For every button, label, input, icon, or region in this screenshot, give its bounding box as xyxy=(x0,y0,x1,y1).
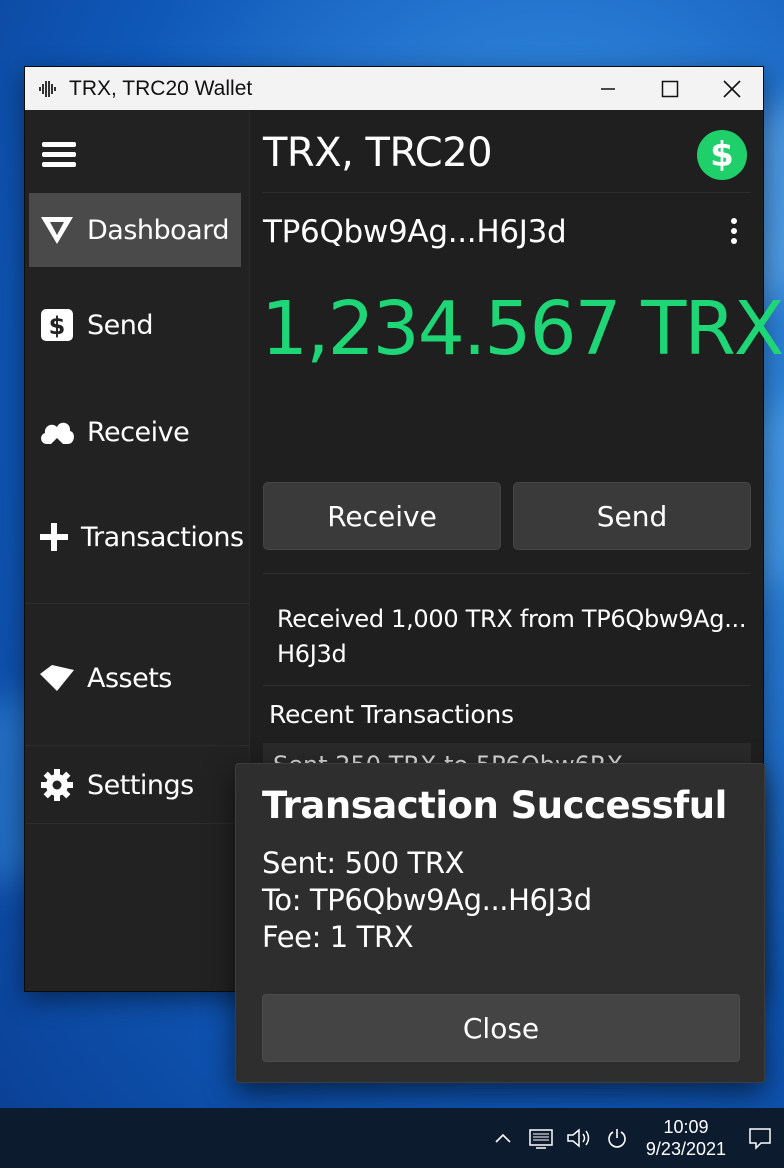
clock-time: 10:09 xyxy=(663,1117,709,1137)
transaction-dialog: Transaction Successful Sent: 500 TRX To:… xyxy=(235,763,765,1083)
menu-icon[interactable] xyxy=(42,142,76,172)
page-title: TRX, TRC20 xyxy=(263,130,493,176)
list-divider xyxy=(263,685,751,686)
title-bar[interactable]: TRX, TRC20 Wallet xyxy=(25,67,763,110)
close-window-button[interactable] xyxy=(701,67,763,110)
sidebar-item-label: Send xyxy=(87,309,154,341)
sidebar-divider xyxy=(25,823,249,824)
tron-logo-icon xyxy=(39,212,75,248)
sidebar-divider xyxy=(25,603,249,604)
dialog-fee: Fee: 1 TRX xyxy=(262,920,414,954)
notification-icon[interactable] xyxy=(736,1108,784,1168)
sidebar-item-label: Receive xyxy=(87,416,190,448)
sidebar-item-assets[interactable]: Assets xyxy=(29,641,241,715)
dollar-icon: $ xyxy=(39,307,75,343)
wallet-address[interactable]: TP6Qbw9Ag...H6J3d xyxy=(263,214,567,250)
dialog-recipient: To: TP6Qbw9Ag...H6J3d xyxy=(262,883,592,917)
sidebar: Dashboard $ Send Receive Transactions As… xyxy=(25,110,249,991)
cloud-icon xyxy=(39,414,75,450)
latest-transaction[interactable]: Received 1,000 TRX from TP6Qbw9Ag... H6J… xyxy=(277,602,747,672)
header-divider xyxy=(263,192,751,193)
close-icon xyxy=(723,79,741,98)
chevron-up-icon[interactable] xyxy=(488,1123,518,1153)
close-dialog-button[interactable]: Close xyxy=(262,994,740,1062)
volume-icon[interactable] xyxy=(564,1123,594,1153)
system-tray: 10:09 9/23/2021 xyxy=(484,1108,784,1168)
wallet-balance: 1,234.567 TRX xyxy=(261,286,784,372)
maximize-icon xyxy=(661,80,679,97)
dialog-sent-amount: Sent: 500 TRX xyxy=(262,846,465,880)
network-icon[interactable] xyxy=(526,1123,556,1153)
minimize-button[interactable] xyxy=(577,67,639,110)
gear-icon xyxy=(39,767,75,803)
recent-transactions-heading: Recent Transactions xyxy=(269,700,514,729)
sidebar-item-label: Dashboard xyxy=(87,214,229,246)
app-icon xyxy=(35,76,61,102)
maximize-button[interactable] xyxy=(639,67,701,110)
sidebar-item-dashboard[interactable]: Dashboard xyxy=(29,193,241,267)
dialog-title: Transaction Successful xyxy=(262,784,727,827)
sidebar-divider xyxy=(25,745,249,746)
sidebar-item-label: Transactions xyxy=(81,521,244,553)
sidebar-item-settings[interactable]: Settings xyxy=(29,748,241,822)
plus-icon xyxy=(39,519,69,555)
diamond-icon xyxy=(39,660,75,696)
sidebar-item-receive[interactable]: Receive xyxy=(29,395,241,469)
more-options-icon[interactable] xyxy=(731,218,739,248)
sidebar-item-transactions[interactable]: Transactions xyxy=(29,500,244,574)
clock-date: 9/23/2021 xyxy=(645,1139,726,1159)
minimize-icon xyxy=(601,87,615,90)
sidebar-item-label: Assets xyxy=(87,662,172,694)
send-button[interactable]: Send xyxy=(513,482,751,550)
power-icon[interactable] xyxy=(602,1123,632,1153)
taskbar: 10:09 9/23/2021 xyxy=(0,1108,784,1168)
dollar-badge-icon[interactable]: $ xyxy=(697,130,747,180)
sidebar-item-label: Settings xyxy=(87,769,194,801)
clock[interactable]: 10:09 9/23/2021 xyxy=(646,1116,726,1160)
svg-text:$: $ xyxy=(49,312,66,340)
window-title: TRX, TRC20 Wallet xyxy=(69,76,253,100)
sidebar-item-send[interactable]: $ Send xyxy=(29,288,241,362)
receive-button[interactable]: Receive xyxy=(263,482,501,550)
list-divider xyxy=(263,573,751,574)
